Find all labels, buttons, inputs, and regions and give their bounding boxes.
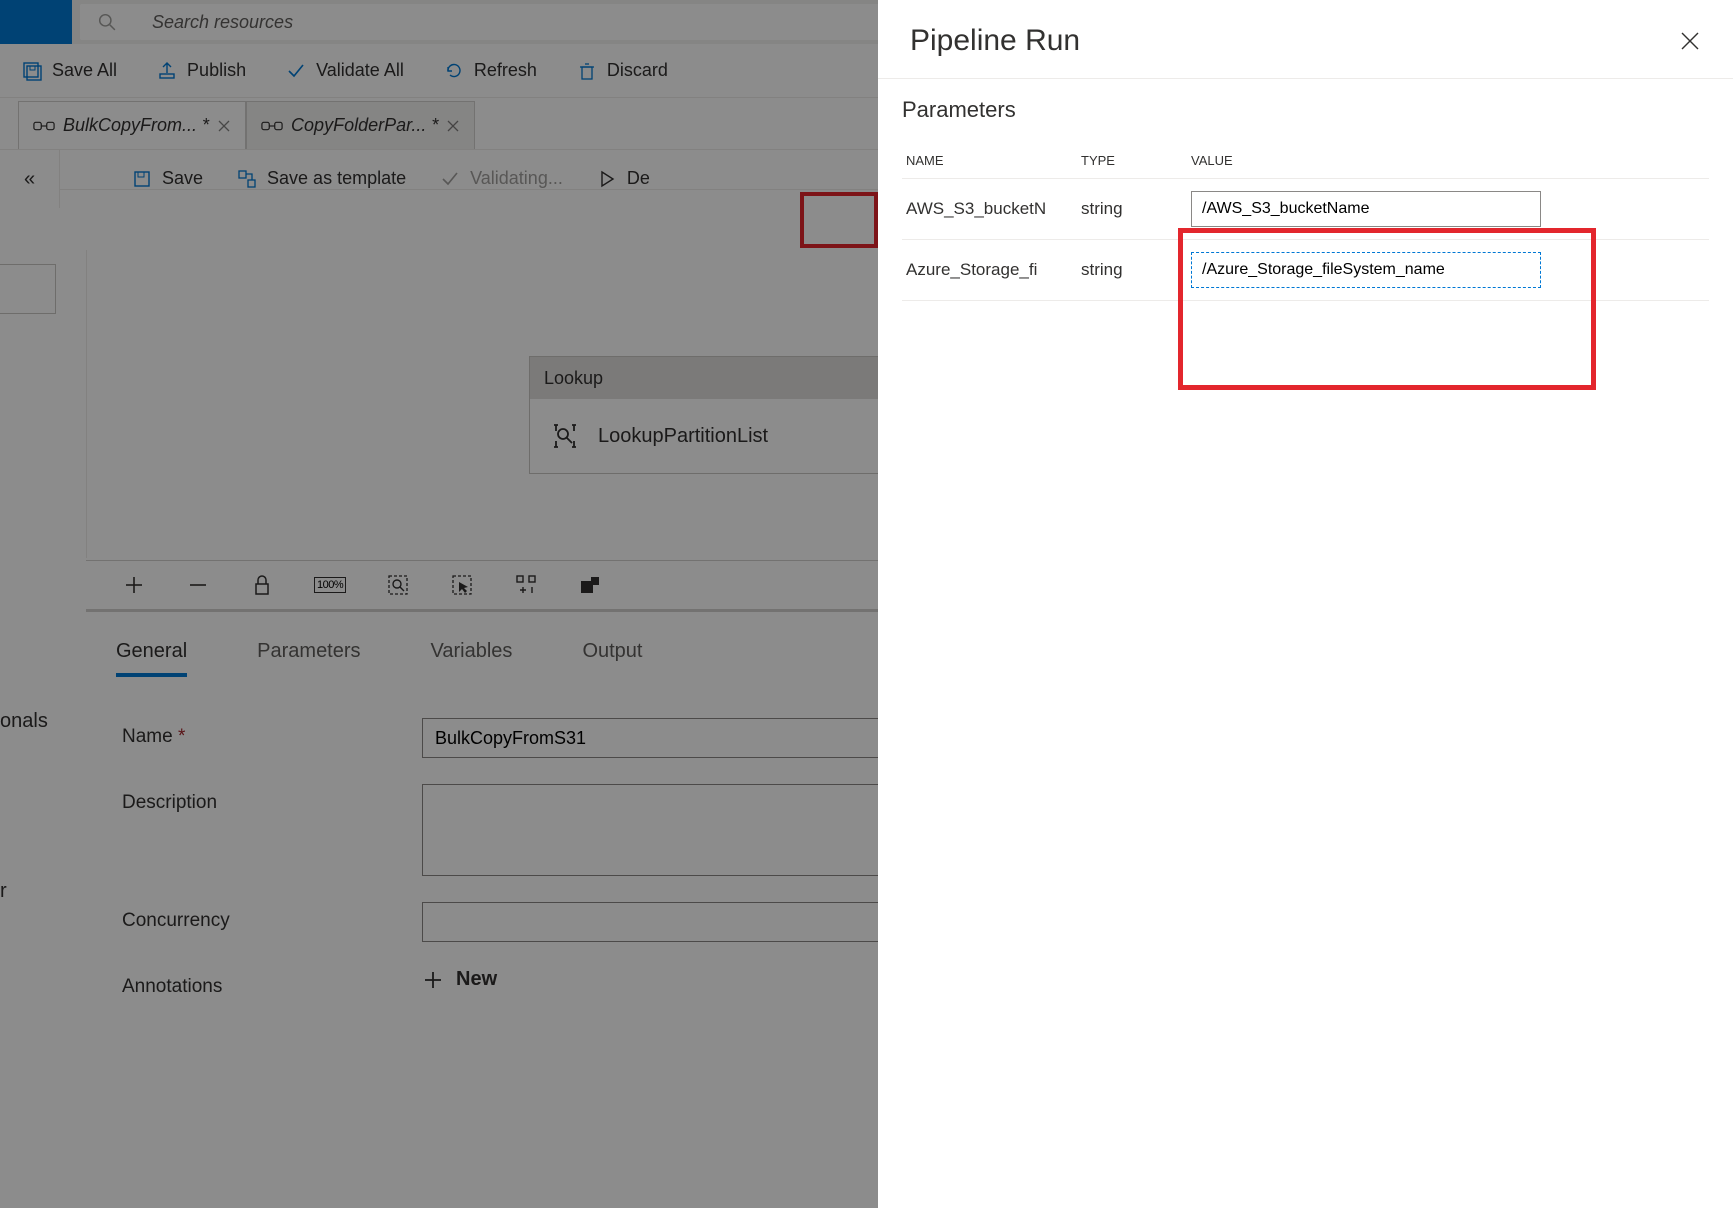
tab-bulkcopy[interactable]: BulkCopyFrom... * [18, 101, 246, 149]
save-as-template-button[interactable]: Save as template [237, 168, 406, 189]
table-row: Azure_Storage_fi string [902, 240, 1709, 301]
param-name: Azure_Storage_fi [902, 240, 1077, 301]
new-annotation-button[interactable]: New [422, 968, 497, 991]
save-all-icon [22, 61, 42, 81]
general-form: Name * Description Concurrency Annotatio… [122, 718, 962, 1024]
check-icon [286, 61, 306, 81]
description-label: Description [122, 784, 422, 814]
param-type: string [1077, 179, 1187, 240]
publish-icon [157, 61, 177, 81]
parameters-section: Parameters NAME TYPE VALUE AWS_S3_bucket… [878, 79, 1733, 301]
save-icon [132, 169, 152, 189]
tab-parameters[interactable]: Parameters [257, 640, 360, 677]
tab-bulkcopy-label: BulkCopyFrom... * [63, 115, 209, 136]
azure-logo-stub [0, 0, 72, 44]
mini-panel[interactable] [0, 264, 56, 314]
close-icon[interactable] [217, 119, 231, 133]
tab-general[interactable]: General [116, 640, 187, 677]
param-name: AWS_S3_bucketN [902, 179, 1077, 240]
pipeline-icon [33, 117, 55, 135]
search-icon [98, 13, 116, 31]
parameters-table: NAME TYPE VALUE AWS_S3_bucketN string Az… [902, 143, 1709, 301]
zoom-fit-icon[interactable] [386, 573, 410, 597]
plus-icon[interactable] [122, 573, 146, 597]
debug-label: De [627, 168, 650, 189]
autolayout-icon[interactable] [514, 573, 538, 597]
discard-label: Discard [607, 60, 668, 81]
trash-icon [577, 61, 597, 81]
save-all-label: Save All [52, 60, 117, 81]
validate-all-label: Validate All [316, 60, 404, 81]
side-text-fragment: r [0, 880, 7, 903]
tab-copyfolder[interactable]: CopyFolderPar... * [246, 101, 475, 149]
param-type: string [1077, 240, 1187, 301]
save-template-label: Save as template [267, 168, 406, 189]
activity-name-label: LookupPartitionList [598, 425, 768, 448]
check-icon [440, 169, 460, 189]
tab-output[interactable]: Output [582, 640, 642, 677]
name-label: Name * [122, 718, 422, 748]
col-type: TYPE [1077, 143, 1187, 179]
param-value-input[interactable] [1191, 191, 1541, 227]
play-icon [597, 169, 617, 189]
tab-copyfolder-label: CopyFolderPar... * [291, 115, 438, 136]
refresh-label: Refresh [474, 60, 537, 81]
validate-all-button[interactable]: Validate All [286, 60, 404, 81]
lock-icon[interactable] [250, 573, 274, 597]
tab-variables[interactable]: Variables [431, 640, 513, 677]
param-value-input[interactable] [1191, 252, 1541, 288]
minus-icon[interactable] [186, 573, 210, 597]
zoom-100-icon[interactable]: 100% [314, 577, 346, 593]
save-label: Save [162, 168, 203, 189]
close-icon[interactable] [1679, 30, 1701, 52]
annotations-label: Annotations [122, 968, 422, 998]
concurrency-label: Concurrency [122, 902, 422, 932]
refresh-button[interactable]: Refresh [444, 60, 537, 81]
col-value: VALUE [1187, 143, 1709, 179]
close-icon[interactable] [446, 119, 460, 133]
col-name: NAME [902, 143, 1077, 179]
refresh-icon [444, 61, 464, 81]
activity-type-label: Lookup [544, 368, 603, 389]
validating-status: Validating... [440, 168, 563, 189]
save-all-button[interactable]: Save All [22, 60, 117, 81]
select-icon[interactable] [450, 573, 474, 597]
validating-label: Validating... [470, 168, 563, 189]
lookup-icon [550, 421, 580, 451]
property-tabs: General Parameters Variables Output [116, 640, 642, 677]
new-label: New [456, 968, 497, 991]
side-text-fragment: onals [0, 710, 48, 733]
pipeline-icon [261, 117, 283, 135]
search-placeholder: Search resources [152, 12, 293, 33]
pipeline-run-panel: Pipeline Run Parameters NAME TYPE VALUE … [878, 0, 1733, 1208]
save-button[interactable]: Save [132, 168, 203, 189]
debug-button[interactable]: De [597, 168, 650, 189]
panel-header: Pipeline Run [878, 0, 1733, 79]
collapse-sidebar-button[interactable]: « [0, 150, 60, 208]
section-title: Parameters [902, 97, 1709, 123]
plus-icon [422, 969, 444, 991]
table-row: AWS_S3_bucketN string [902, 179, 1709, 240]
debug-highlight-annotation [800, 192, 878, 248]
publish-label: Publish [187, 60, 246, 81]
discard-button[interactable]: Discard [577, 60, 668, 81]
publish-button[interactable]: Publish [157, 60, 246, 81]
panel-title: Pipeline Run [910, 24, 1080, 58]
minimap-icon[interactable] [578, 573, 602, 597]
template-icon [237, 169, 257, 189]
